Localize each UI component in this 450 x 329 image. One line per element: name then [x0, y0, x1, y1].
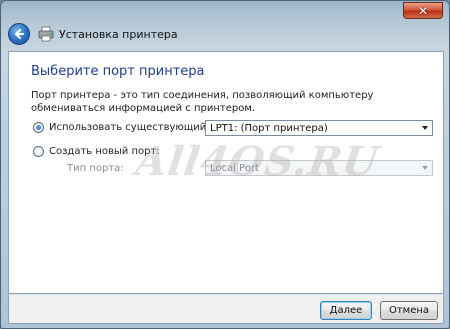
page-description: Порт принтера - это тип соединения, позв…: [31, 90, 374, 114]
wizard-window: ✕ Установка принтера Выберите порт принт…: [0, 0, 450, 329]
port-type-label: Тип порта:: [67, 163, 124, 174]
wizard-footer: Далее Отмена: [8, 294, 444, 324]
wizard-title: Установка принтера: [59, 27, 178, 41]
content-panel: Выберите порт принтера Порт принтера - э…: [8, 51, 444, 294]
wizard-header: Установка принтера: [6, 19, 446, 49]
printer-icon: [38, 26, 54, 42]
next-button[interactable]: Далее: [320, 301, 372, 320]
chevron-down-icon: [422, 126, 428, 130]
port-type-select: Local Port: [205, 160, 433, 176]
port-type-value: Local Port: [210, 162, 259, 174]
existing-port-value: LPT1: (Порт принтера): [210, 122, 328, 134]
existing-port-select[interactable]: LPT1: (Порт принтера): [205, 120, 433, 136]
radio-button-unchecked[interactable]: [33, 146, 44, 157]
radio-button-checked[interactable]: [33, 122, 44, 133]
create-new-port-label: Создать новый порт:: [49, 146, 160, 157]
chevron-down-icon: [422, 166, 428, 170]
cancel-button[interactable]: Отмена: [380, 301, 438, 320]
back-button[interactable]: [8, 23, 30, 45]
page-heading: Выберите порт принтера: [31, 64, 205, 79]
close-icon: ✕: [417, 3, 429, 18]
radio-create-new-port[interactable]: Создать новый порт:: [33, 146, 160, 157]
back-arrow-icon: [15, 29, 24, 39]
close-button[interactable]: ✕: [403, 2, 443, 19]
